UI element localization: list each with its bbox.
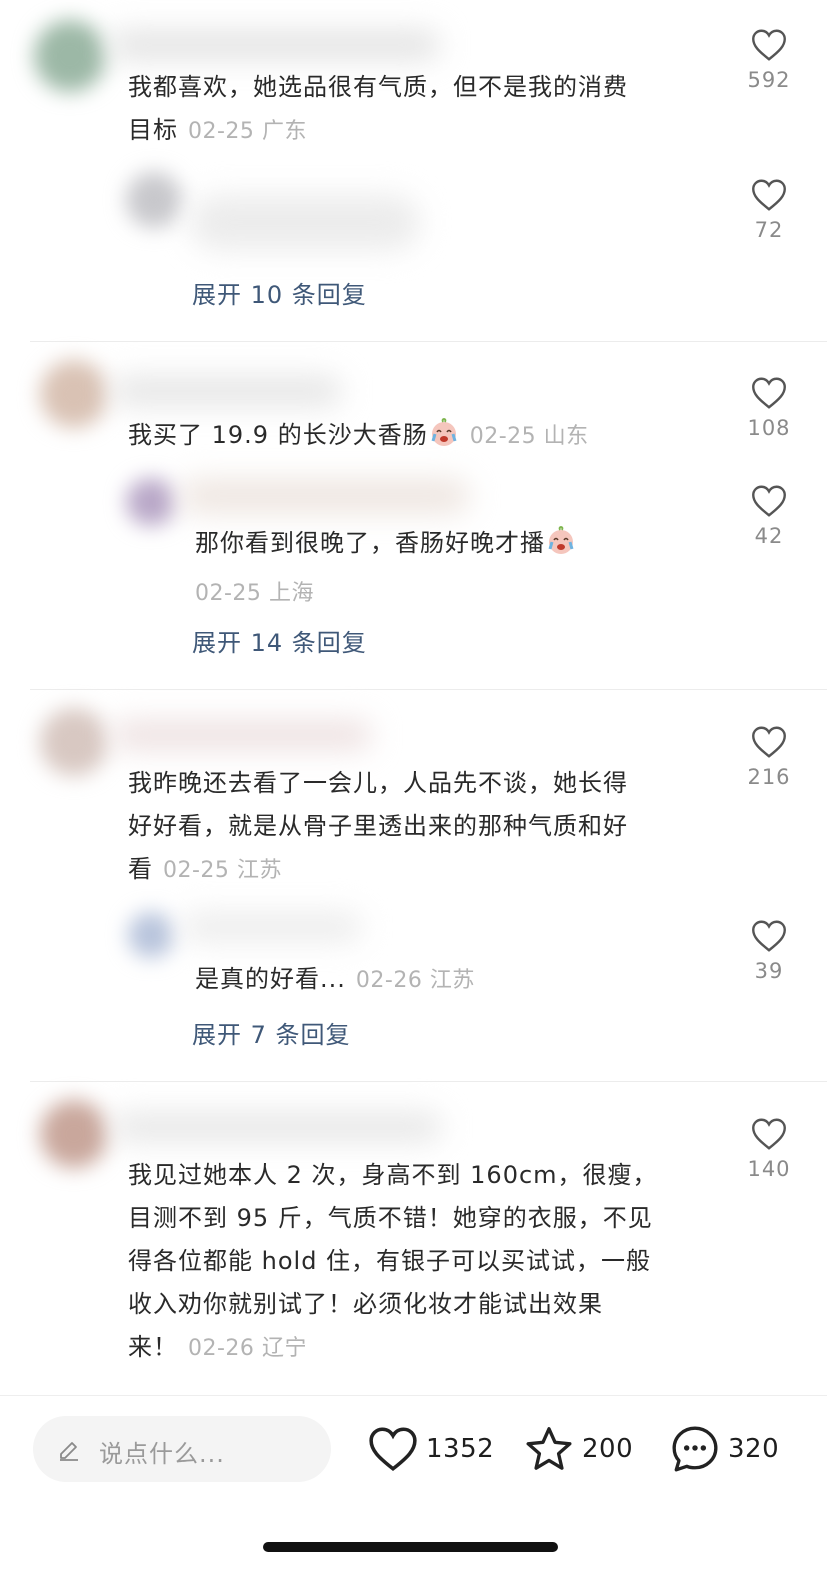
comment-meta: 02-26 辽宁 [188,1336,307,1361]
heart-icon [752,726,786,758]
reply-avatar[interactable] [128,912,174,958]
like-post-button[interactable]: 1352 [368,1424,494,1474]
reply-like-button[interactable]: 39 [729,919,809,983]
comments-button[interactable]: 320 [670,1424,779,1474]
like-count: 108 [747,416,791,440]
avatar[interactable] [40,1100,108,1168]
heart-icon [752,179,786,211]
favorite-button[interactable]: 200 [524,1424,633,1474]
reply-like-button[interactable]: 72 [729,178,809,242]
reply-content[interactable] [190,195,420,250]
like-button[interactable]: 140 [729,1117,809,1181]
comment-meta: 02-25 山东 [469,424,589,449]
heart-icon [752,377,786,409]
heart-icon [752,920,786,952]
like-button[interactable]: 108 [729,376,809,440]
reply-avatar[interactable] [126,478,176,526]
reply-avatar[interactable] [126,172,182,228]
comment-text[interactable]: 我昨晚还去看了一会儿，人品先不谈，她长得 好好看，就是从骨子里透出来的那种气质和… [128,762,728,892]
post-like-count: 1352 [426,1434,495,1464]
like-count: 72 [754,218,784,242]
comment-text[interactable]: 我买了 19.9 的长沙大香肠 02-25 山东 [128,414,728,463]
like-count: 42 [754,524,784,548]
crying-laugh-emoji [545,525,577,571]
reply-text[interactable]: 是真的好看... 02-26 江苏 [195,958,695,1002]
divider [30,689,827,690]
avatar[interactable] [40,360,108,428]
star-icon [526,1427,572,1470]
heart-icon [752,485,786,517]
reply-username[interactable] [182,912,362,942]
reply-username[interactable] [180,478,470,514]
reply-like-button[interactable]: 42 [729,484,809,548]
expand-replies-link[interactable]: 展开 7 条回复 [192,1015,351,1050]
avatar[interactable] [40,708,108,776]
home-indicator[interactable] [263,1542,558,1552]
favorite-count: 200 [582,1434,634,1464]
reply-text[interactable]: 那你看到很晚了，香肠好晚才播 [195,522,695,571]
comment-text[interactable]: 我都喜欢，她选品很有气质，但不是我的消费 目标 02-25 广东 [128,66,728,153]
crying-laugh-emoji [428,417,460,463]
like-count: 592 [747,68,791,92]
bottom-action-bar: 说点什么... 1352 200 320 [0,1395,827,1584]
divider [30,1081,827,1082]
username[interactable] [112,376,342,406]
avatar[interactable] [34,20,106,92]
divider [30,341,827,342]
comment-input-placeholder: 说点什么... [99,1440,225,1468]
expand-replies-link[interactable]: 展开 14 条回复 [192,623,367,658]
like-button[interactable]: 592 [729,28,809,92]
like-count: 39 [754,959,784,983]
username[interactable] [112,720,372,750]
reply-meta: 02-25 上海 [195,581,314,606]
comment-count: 320 [728,1434,780,1464]
like-button[interactable]: 216 [729,725,809,789]
username[interactable] [110,30,440,60]
like-count: 216 [747,765,791,789]
comment-text[interactable]: 我见过她本人 2 次，身高不到 160cm，很瘦， 目测不到 95 斤，气质不错… [128,1154,728,1370]
comment-input[interactable]: 说点什么... [33,1416,331,1482]
comment-meta: 02-25 广东 [188,119,307,144]
reply-meta: 02-26 江苏 [355,968,475,993]
heart-icon [369,1427,417,1472]
heart-icon [752,29,786,61]
comment-meta: 02-25 江苏 [163,858,282,883]
username[interactable] [112,1112,442,1142]
chat-bubble-icon [672,1426,718,1472]
heart-icon [752,1118,786,1150]
like-count: 140 [747,1157,791,1181]
expand-replies-link[interactable]: 展开 10 条回复 [192,275,367,310]
pencil-icon [60,1442,78,1461]
